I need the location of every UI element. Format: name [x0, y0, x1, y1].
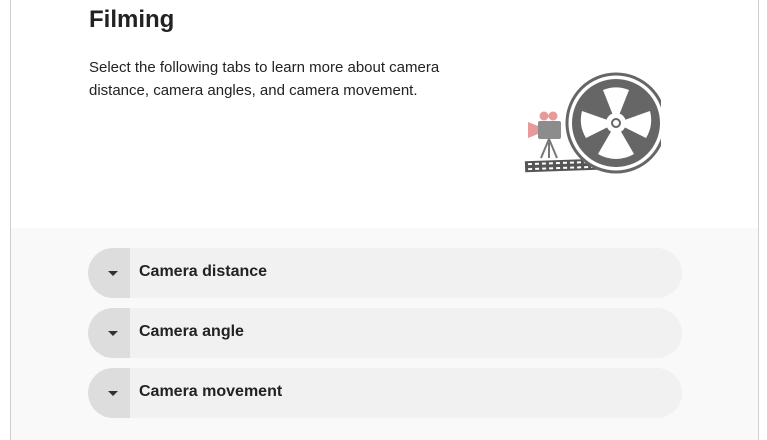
accordion-item-camera-movement[interactable]: Camera movement	[88, 368, 682, 418]
accordion-label: Camera distance	[139, 263, 268, 280]
chevron-down-icon	[108, 331, 118, 336]
accordion-toggle[interactable]	[88, 308, 130, 358]
content-frame: Filming Select the following tabs to lea…	[10, 0, 759, 440]
accordion-label: Camera movement	[139, 383, 283, 400]
accordion-toggle[interactable]	[88, 368, 130, 418]
camera-icon	[528, 111, 561, 159]
accordion-item-camera-angle[interactable]: Camera angle	[88, 308, 682, 358]
accordion-section: Camera distance Camera angle Camera move…	[11, 228, 758, 440]
accordion-item-camera-distance[interactable]: Camera distance	[88, 248, 682, 298]
intro-text: Select the following tabs to learn more …	[89, 59, 440, 99]
chevron-down-icon	[108, 391, 118, 396]
film-camera-reel-icon	[511, 70, 667, 176]
film-reel-icon	[565, 72, 667, 174]
chevron-down-icon	[108, 271, 118, 276]
accordion-label: Camera angle	[139, 323, 244, 340]
page-title: Filming	[89, 6, 175, 33]
accordion-toggle[interactable]	[88, 248, 130, 298]
